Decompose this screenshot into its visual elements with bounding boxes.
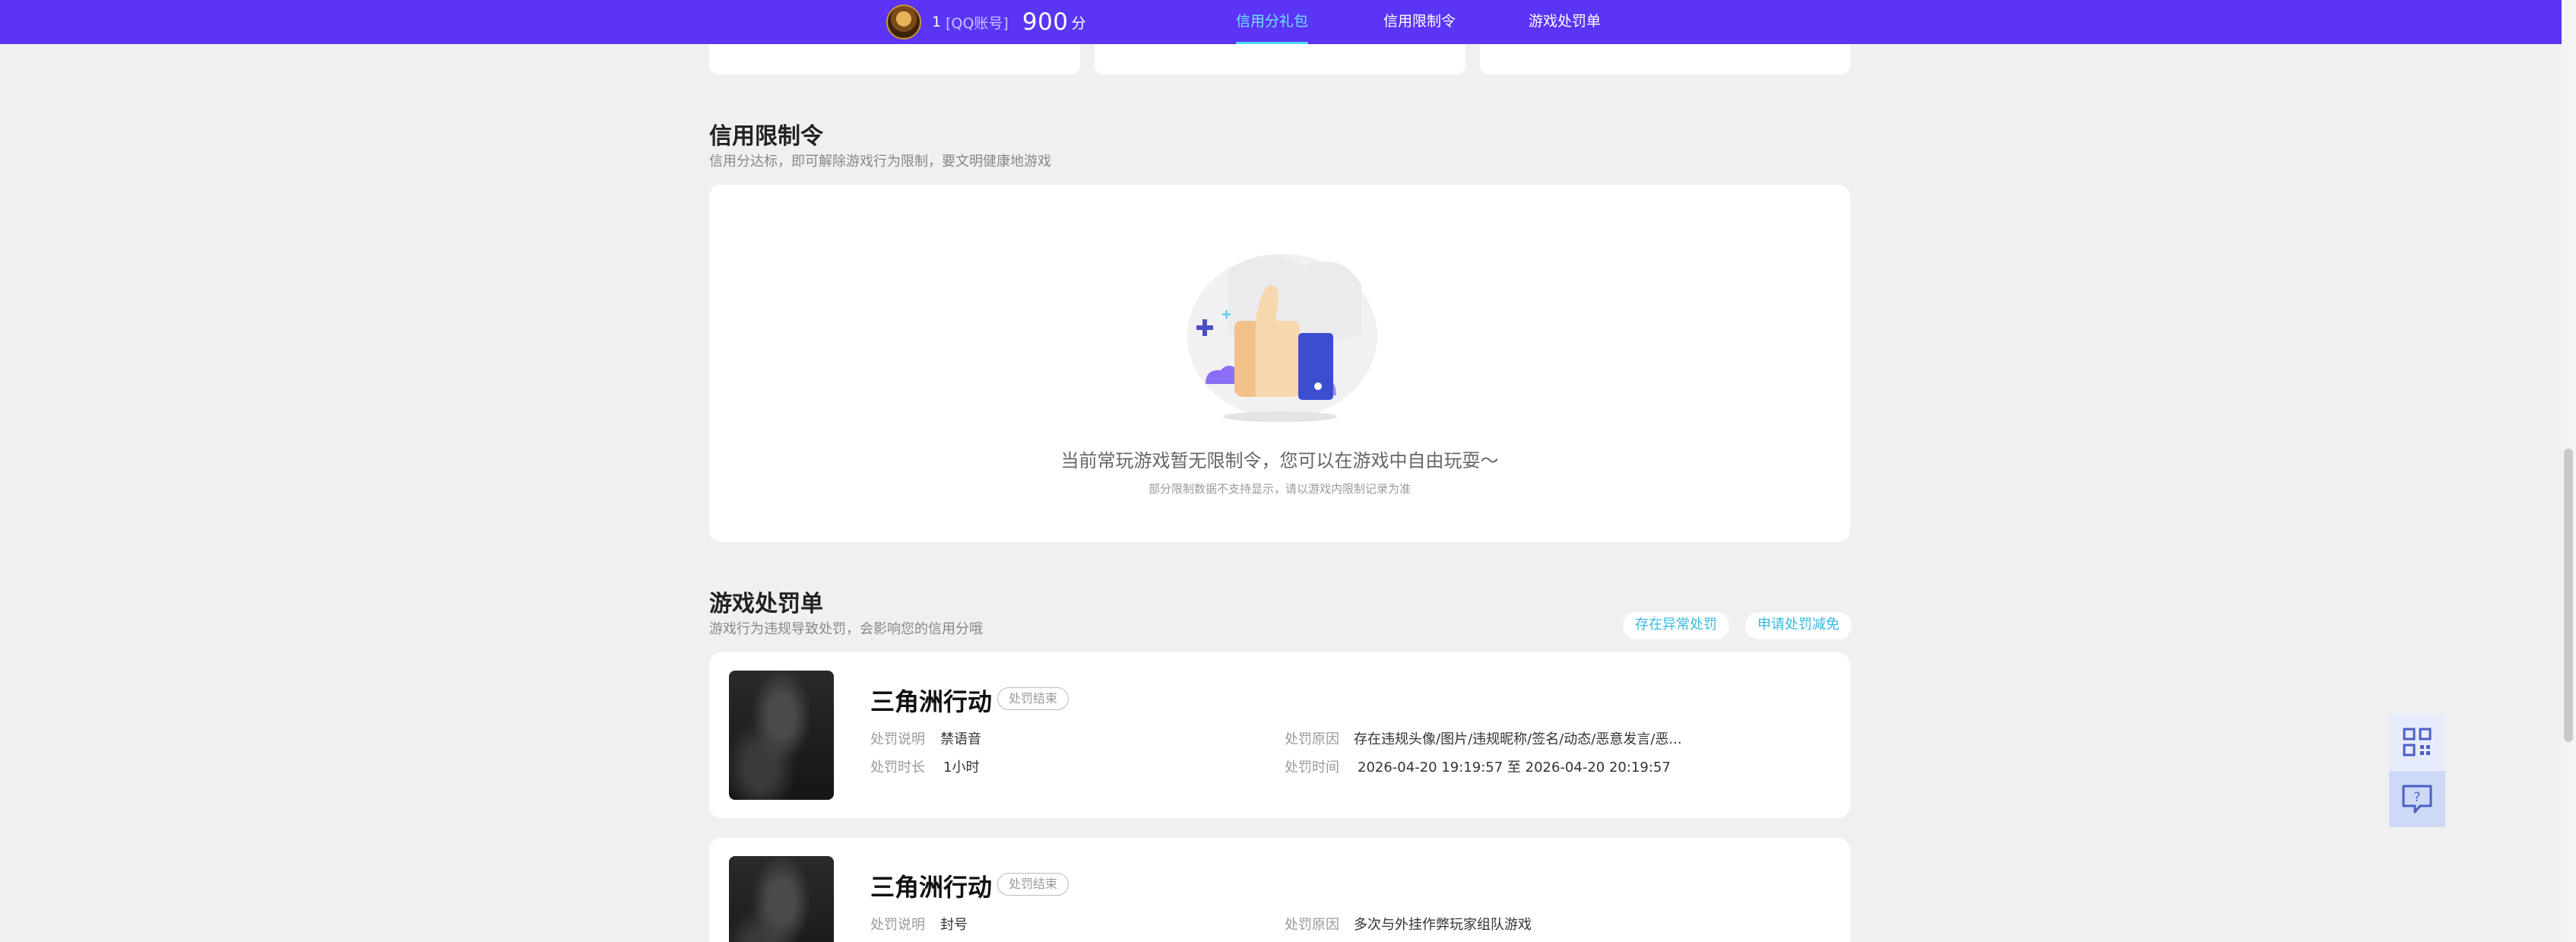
penalty-reason-value: 存在违规头像/图片/违规昵称/签名/动态/恶意发言/恶... <box>1354 731 1682 747</box>
restriction-section-subtitle: 信用分达标，即可解除游戏行为限制，要文明健康地游戏 <box>709 154 1051 170</box>
penalty-section-subtitle: 游戏行为违规导致处罚，会影响您的信用分哦 <box>709 621 983 637</box>
penalty-reason-value: 多次与外挂作弊玩家组队游戏 <box>1354 917 1532 933</box>
tab-credit-gift[interactable]: 信用分礼包 <box>1236 0 1309 44</box>
penalty-desc-value: 封号 <box>940 917 968 933</box>
status-badge: 处罚结束 <box>997 873 1069 896</box>
gift-card-2[interactable] <box>1095 44 1465 75</box>
penalty-time-value: 2026-04-20 19:19:57 至 2026-04-20 20:19:5… <box>1358 760 1671 775</box>
penalty-card[interactable]: 三角洲行动 处罚结束 处罚说明 封号 处罚原因 多次与外挂作弊玩家组队游戏 <box>709 838 1850 942</box>
penalty-duration-value: 1小时 <box>943 760 980 775</box>
user-info[interactable]: 1 [QQ账号] 900 分 <box>886 5 1086 40</box>
penalty-desc-label: 处罚说明 <box>870 917 925 933</box>
feedback-icon: ? <box>2402 785 2432 814</box>
thumbs-up-illustration <box>1187 254 1377 422</box>
penalty-reason-label: 处罚原因 <box>1285 731 1339 747</box>
tab-game-penalty[interactable]: 游戏处罚单 <box>1529 0 1601 44</box>
apply-penalty-reduction-button[interactable]: 申请处罚减免 <box>1745 612 1852 639</box>
game-cover-image <box>729 856 834 942</box>
status-badge: 处罚结束 <box>997 687 1069 710</box>
empty-state-note: 部分限制数据不支持显示，请以游戏内限制记录为准 <box>1148 482 1411 496</box>
penalty-section-title: 游戏处罚单 <box>709 591 823 617</box>
game-cover-image <box>729 671 834 800</box>
penalty-duration-label: 处罚时长 <box>870 760 925 775</box>
penalty-desc-label: 处罚说明 <box>870 731 925 747</box>
user-name: 1 <box>932 14 942 30</box>
restriction-section-title: 信用限制令 <box>709 123 823 150</box>
avatar[interactable] <box>886 5 921 40</box>
penalty-desc-value: 禁语音 <box>940 731 981 747</box>
top-nav-bar: 1 [QQ账号] 900 分 信用分礼包 信用限制令 游戏处罚单 <box>0 0 2562 44</box>
tab-credit-restriction[interactable]: 信用限制令 <box>1383 0 1456 44</box>
gift-card-1[interactable] <box>709 44 1080 75</box>
credit-score-unit: 分 <box>1071 14 1086 32</box>
scrollbar-thumb[interactable] <box>2564 449 2573 742</box>
feedback-button[interactable]: ? <box>2389 771 2445 827</box>
qr-code-icon <box>2403 728 2432 756</box>
game-name: 三角洲行动 <box>870 873 993 902</box>
penalty-time-label: 处罚时间 <box>1285 760 1339 775</box>
gift-card-3[interactable] <box>1480 44 1850 75</box>
report-abnormal-penalty-button[interactable]: 存在异常处罚 <box>1623 612 1729 639</box>
empty-state-title: 当前常玩游戏暂无限制令，您可以在游戏中自由玩耍～ <box>1060 450 1499 471</box>
account-type-tag: [QQ账号] <box>946 14 1009 32</box>
game-name: 三角洲行动 <box>870 687 993 716</box>
penalty-card[interactable]: 三角洲行动 处罚结束 处罚说明 禁语音 处罚时长 1小时 处罚原因 存在违规头像… <box>709 652 1850 818</box>
penalty-reason-label: 处罚原因 <box>1285 917 1339 933</box>
svg-text:?: ? <box>2413 790 2420 805</box>
credit-score: 900 <box>1022 8 1069 36</box>
qr-code-button[interactable] <box>2389 714 2445 770</box>
